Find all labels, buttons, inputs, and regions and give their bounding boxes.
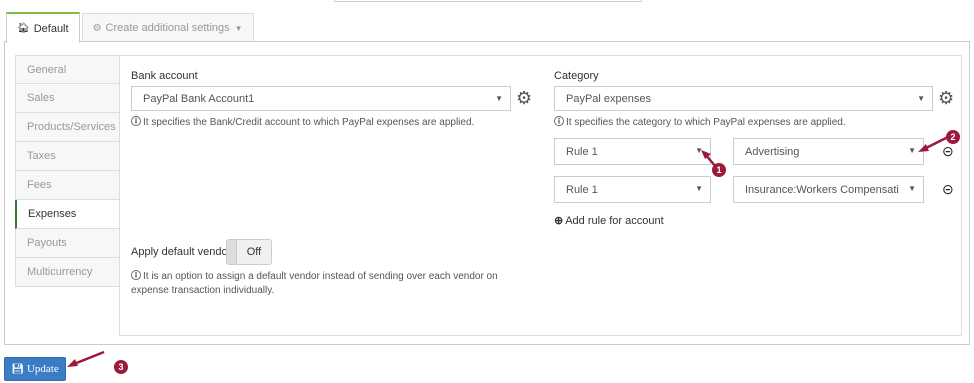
bank-account-help-text: It specifies the Bank/Credit account to … [143,117,475,128]
annotation-badge-3: 3 [114,360,128,374]
chevron-down-icon: ▼ [495,94,503,103]
save-icon: 💾︎ [11,363,24,375]
sidebar-item-label: Payouts [27,237,67,249]
category-gear-icon[interactable]: ⚙ [938,88,954,108]
chevron-down-icon: ▼ [908,146,916,155]
sidebar-item-payouts[interactable]: Payouts [15,229,121,258]
sidebar-item-label: Fees [27,179,52,191]
top-search-strip [334,0,642,2]
sidebar-item-sales[interactable]: Sales [15,84,121,113]
annotation-arrow-3 [73,350,105,366]
rule-account-select[interactable]: Insurance:Workers Compensati ▼ [733,176,924,203]
sidebar-item-label: General [27,63,67,76]
annotation-arrowhead-3 [67,359,78,367]
rule-account-value: Insurance:Workers Compensati [745,183,899,196]
apply-vendor-help: ⓘ It is an option to assign a default ven… [131,270,498,298]
category-value: PayPal expenses [566,92,651,105]
bank-account-help: ⓘ It specifies the Bank/Credit account to… [131,116,474,130]
sidebar-item-fees[interactable]: Fees [15,171,121,200]
rule-account-value: Advertising [745,145,800,158]
chevron-down-icon: ▼ [695,146,703,155]
bank-account-gear-icon[interactable]: ⚙ [516,88,532,108]
update-button-label: Update [26,363,59,375]
apply-vendor-toggle[interactable]: Off [226,239,272,265]
rule-select-value: Rule 1 [566,145,598,158]
add-rule-label: Add rule for account [565,215,664,227]
chevron-down-icon: ▼ [917,94,925,103]
sidebar-item-multicurrency[interactable]: Multicurrency [15,258,121,287]
bank-account-value: PayPal Bank Account1 [143,92,255,105]
annotation-badge-1: 1 [712,163,726,177]
remove-rule-icon[interactable]: ⊝ [942,143,954,160]
info-icon: ⓘ [131,117,141,128]
bank-account-select[interactable]: PayPal Bank Account1 ▼ [131,86,511,111]
category-help: ⓘ It specifies the category to which PayP… [554,116,846,130]
chevron-down-icon: ▼ [234,23,243,33]
update-button[interactable]: 💾︎ Update [4,357,66,381]
gear-icon: ⚙ [92,22,102,34]
add-rule-link[interactable]: ⊕ Add rule for account [554,214,664,227]
home-icon: 🏠︎ [17,23,30,34]
sidebar-item-label: Products/Services [27,121,116,133]
sidebar-item-expenses[interactable]: Expenses [15,200,121,229]
rule-account-select[interactable]: Advertising ▼ [733,138,924,165]
sidebar-item-label: Expenses [28,208,77,220]
category-label: Category [554,70,599,82]
chevron-down-icon: ▼ [908,184,916,193]
settings-panel: General Sales Products/Services Taxes Fe… [4,41,970,345]
add-circle-icon: ⊕ [554,215,564,227]
info-icon: ⓘ [554,117,564,128]
category-help-text: It specifies the category to which PayPa… [566,117,846,128]
category-select[interactable]: PayPal expenses ▼ [554,86,933,111]
sidebar-nav: General Sales Products/Services Taxes Fe… [15,55,121,287]
rule-select-value: Rule 1 [566,183,598,196]
sidebar-item-products-services[interactable]: Products/Services [15,113,121,142]
tab-default-label: Default [33,22,69,35]
sidebar-item-label: Multicurrency [27,266,93,278]
apply-vendor-label: Apply default vendor [131,246,232,258]
chevron-down-icon: ▼ [695,184,703,193]
apply-vendor-help-line2: expense transaction individually. [131,285,275,296]
rule-select[interactable]: Rule 1 ▼ [554,176,711,203]
remove-rule-icon[interactable]: ⊝ [942,181,954,198]
tab-additional-label: Create additional settings [105,22,230,34]
annotation-badge-2: 2 [946,130,960,144]
info-icon: ⓘ [131,271,141,282]
settings-tabs: 🏠︎ Default ⚙ Create additional settings … [6,12,254,43]
sidebar-item-taxes[interactable]: Taxes [15,142,121,171]
expenses-content: Bank account PayPal Bank Account1 ▼ ⚙ ⓘ I… [119,55,962,336]
tab-create-additional-settings[interactable]: ⚙ Create additional settings ▼ [81,13,254,42]
rule-select[interactable]: Rule 1 ▼ [554,138,711,165]
apply-vendor-help-line1: It is an option to assign a default vend… [143,271,498,282]
toggle-state-label: Off [237,240,271,264]
tab-default[interactable]: 🏠︎ Default [6,12,80,43]
sidebar-item-label: Sales [27,92,55,104]
bank-account-label: Bank account [131,70,198,82]
sidebar-item-label: Taxes [27,150,56,162]
toggle-knob [227,240,237,264]
sidebar-item-general[interactable]: General [15,55,121,84]
